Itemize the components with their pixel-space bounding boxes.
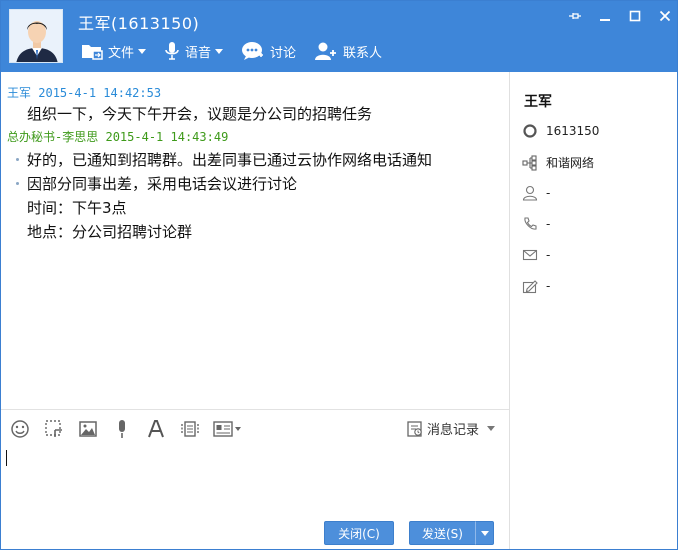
input-toolbar: 消息记录 bbox=[1, 409, 509, 445]
microphone-icon bbox=[119, 420, 125, 438]
message-area: 王军 2015-4-1 14:42:53 组织一下，今天下午开会，议题是分公司的… bbox=[1, 72, 509, 409]
voice-menu-button[interactable]: 语音 bbox=[164, 41, 224, 61]
contact-person-value: - bbox=[546, 186, 551, 200]
image-button[interactable] bbox=[77, 418, 99, 440]
chat-bubble-icon bbox=[242, 42, 264, 60]
edit-signature-icon bbox=[522, 280, 538, 294]
contact-org: 和谐网络 bbox=[546, 156, 595, 170]
chevron-down-icon bbox=[487, 426, 495, 431]
message-time: 2015-4-1 14:43:49 bbox=[105, 130, 229, 144]
contact-phone-value: - bbox=[546, 217, 551, 231]
contact-name: 王军 bbox=[524, 94, 552, 110]
close-icon bbox=[659, 10, 671, 22]
bullet-dot bbox=[16, 158, 19, 161]
avatar[interactable] bbox=[9, 9, 63, 63]
contact-org-row: 和谐网络 bbox=[522, 154, 594, 171]
contact-signature-row: - bbox=[522, 278, 550, 294]
contacts-label: 联系人 bbox=[343, 45, 383, 61]
history-icon bbox=[407, 420, 422, 437]
contact-phone-row: - bbox=[522, 216, 550, 232]
message-header: 王军 2015-4-1 14:42:53 bbox=[7, 84, 161, 101]
message-time: 2015-4-1 14:42:53 bbox=[38, 86, 162, 100]
minimize-button[interactable] bbox=[595, 7, 615, 25]
message-history-label: 消息记录 bbox=[426, 423, 479, 438]
microphone-icon bbox=[165, 42, 179, 60]
chevron-down-icon bbox=[215, 48, 224, 54]
voice-message-button[interactable] bbox=[111, 418, 133, 440]
window-header: 王军(1613150) 文件 语音 讨论 联系人 bbox=[1, 1, 677, 72]
user-avatar-icon bbox=[10, 10, 62, 62]
folder-icon bbox=[82, 45, 103, 60]
message-header: 总办秘书-李思思 2015-4-1 14:43:49 bbox=[7, 128, 228, 145]
mail-icon bbox=[522, 249, 538, 261]
contact-id: 1613150 bbox=[546, 124, 600, 138]
discussion-label: 讨论 bbox=[270, 45, 297, 61]
font-button[interactable] bbox=[145, 418, 167, 440]
contact-person-row: - bbox=[522, 185, 550, 201]
contacts-button[interactable]: 联系人 bbox=[314, 41, 382, 61]
contact-email-row: - bbox=[522, 247, 550, 263]
minimize-icon bbox=[600, 19, 610, 21]
screenshot-button[interactable] bbox=[43, 418, 65, 440]
message-line: 组织一下，今天下午开会，议题是分公司的招聘任务 bbox=[27, 105, 373, 123]
window-title: 王军(1613150) bbox=[78, 14, 200, 33]
chat-window: 王军(1613150) 文件 语音 讨论 联系人 王军 2015-4-1 14:… bbox=[0, 0, 678, 550]
emoji-button[interactable] bbox=[9, 418, 31, 440]
message-line: 地点：分公司招聘讨论群 bbox=[27, 223, 193, 241]
voice-menu-label: 语音 bbox=[185, 45, 212, 61]
file-menu-label: 文件 bbox=[108, 45, 135, 61]
text-cursor bbox=[6, 450, 7, 466]
phone-icon bbox=[524, 217, 537, 230]
contact-id-row: 1613150 bbox=[522, 123, 599, 139]
contact-signature-value: - bbox=[546, 279, 551, 293]
status-ring-icon bbox=[523, 124, 537, 138]
chevron-down-icon bbox=[480, 530, 489, 536]
file-menu-button[interactable]: 文件 bbox=[81, 42, 147, 61]
organization-icon bbox=[522, 154, 537, 171]
business-card-icon bbox=[213, 421, 241, 437]
contact-info-panel: 王军 1613150 和谐网络 - - - - bbox=[509, 72, 677, 549]
maximize-button[interactable] bbox=[625, 7, 645, 25]
send-options-button[interactable] bbox=[475, 521, 494, 545]
header-toolbar: 文件 语音 讨论 联系人 bbox=[81, 37, 400, 65]
send-button[interactable]: 发送(S) bbox=[409, 521, 476, 545]
screenshot-icon bbox=[45, 420, 62, 437]
message-line: 好的，已通知到招聘群。出差同事已通过云协作网络电话通知 bbox=[27, 151, 433, 169]
close-window-button[interactable] bbox=[655, 7, 675, 25]
bullet-dot bbox=[16, 182, 19, 185]
business-card-button[interactable] bbox=[213, 418, 243, 440]
image-icon bbox=[79, 421, 97, 437]
chevron-down-icon bbox=[138, 48, 147, 54]
pin-button[interactable] bbox=[565, 7, 585, 25]
person-icon bbox=[522, 185, 538, 201]
maximize-icon bbox=[629, 10, 641, 22]
message-line: 时间：下午3点 bbox=[27, 199, 127, 217]
discussion-button[interactable]: 讨论 bbox=[241, 41, 296, 61]
add-contact-icon bbox=[315, 42, 337, 60]
close-button[interactable]: 关闭(C) bbox=[324, 521, 394, 545]
message-sender: 王军 bbox=[7, 86, 32, 100]
pin-icon bbox=[569, 13, 581, 19]
contact-email-value: - bbox=[546, 248, 551, 262]
message-line: 因部分同事出差，采用电话会议进行讨论 bbox=[27, 175, 298, 193]
font-icon bbox=[148, 420, 164, 438]
shake-button[interactable] bbox=[179, 418, 201, 440]
message-sender: 总办秘书-李思思 bbox=[7, 130, 99, 144]
shake-window-icon bbox=[181, 421, 199, 437]
message-history-button[interactable]: 消息记录 bbox=[406, 419, 495, 438]
smiley-icon bbox=[11, 420, 29, 438]
